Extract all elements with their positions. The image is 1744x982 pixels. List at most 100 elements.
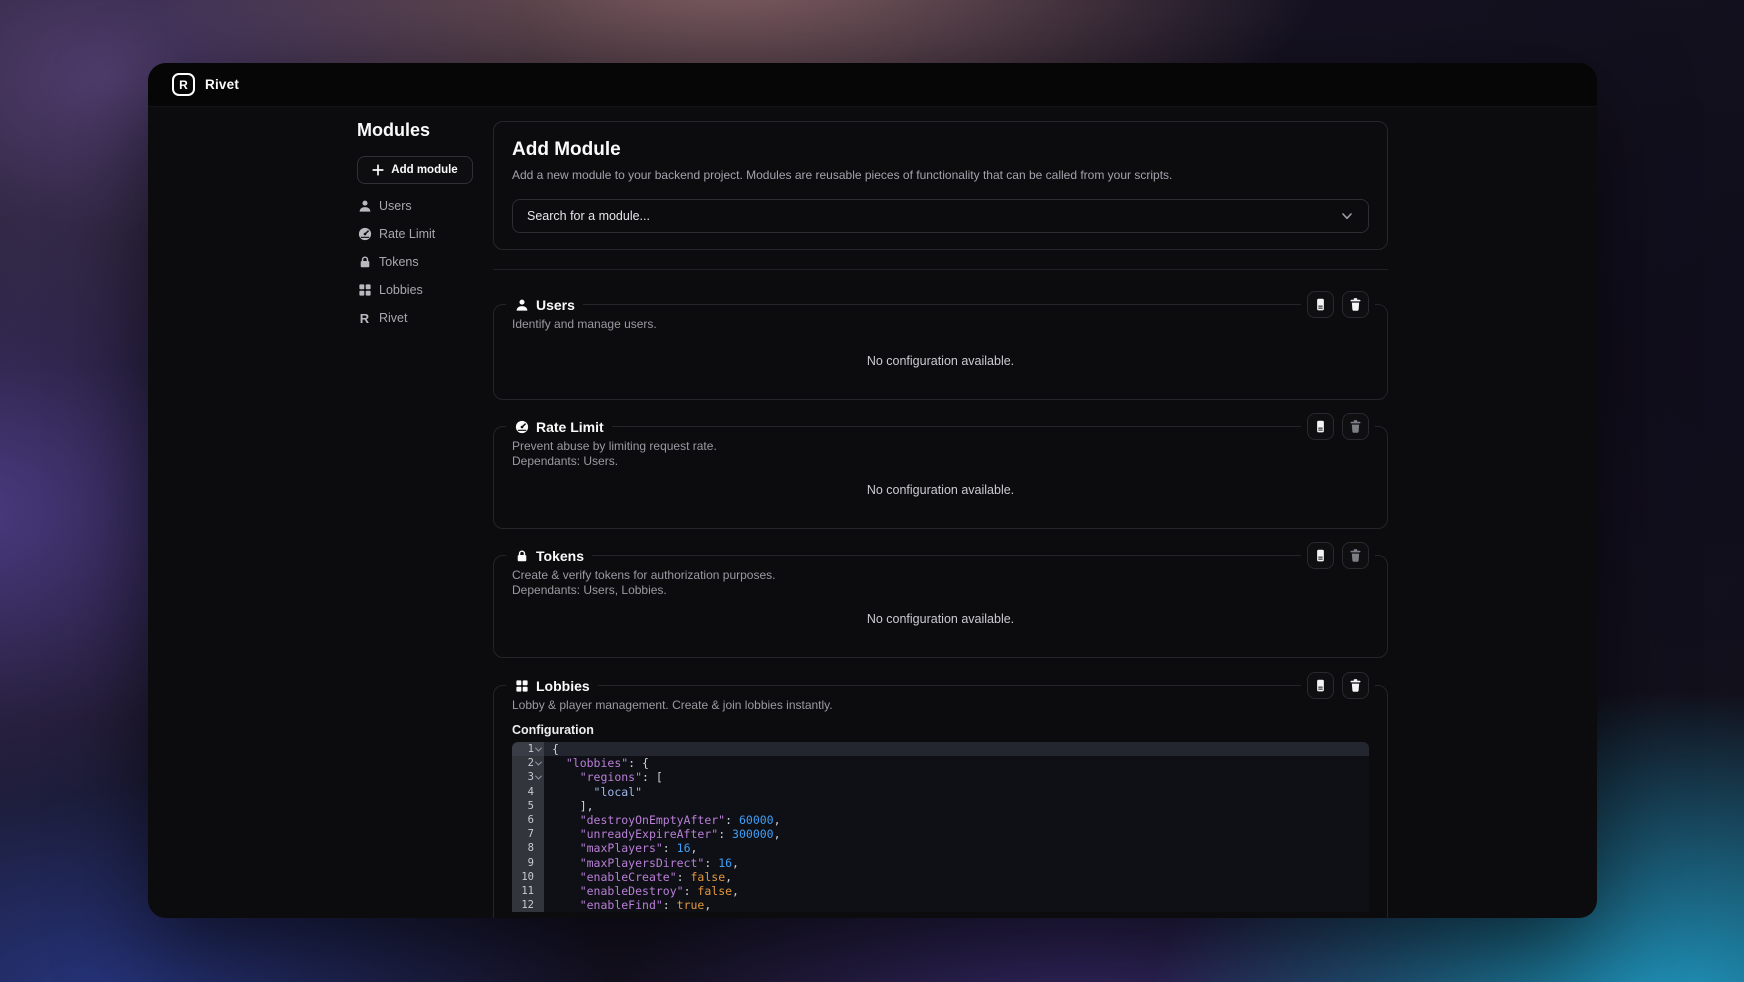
database-button[interactable] <box>1307 542 1334 569</box>
trash-icon <box>1348 678 1363 693</box>
code-line: 7 "unreadyExpireAfter": 300000, <box>512 827 1369 841</box>
user-icon <box>514 298 529 313</box>
delete-module-button[interactable] <box>1342 672 1369 699</box>
module-card-header: Rate Limit <box>506 417 612 437</box>
module-dependants: Dependants: Users. <box>512 454 1369 469</box>
code-line: 8 "maxPlayers": 16, <box>512 841 1369 855</box>
sidebar-item-lobbies[interactable]: Lobbies <box>357 276 493 304</box>
code-lines: 1{2 "lobbies": {3 "regions": [4 "local"5… <box>512 742 1369 912</box>
code-line: 12 "enableFind": true, <box>512 898 1369 912</box>
code-line-text: "maxPlayers": 16, <box>544 841 1369 855</box>
line-number-gutter: 5 <box>512 799 544 813</box>
brand-name: Rivet <box>205 77 239 92</box>
section-divider <box>493 269 1388 270</box>
no-configuration-text: No configuration available. <box>512 483 1369 498</box>
line-number-gutter: 3 <box>512 770 544 784</box>
sidebar-item-label: Rate Limit <box>379 227 435 241</box>
modules-sidebar: Modules Add module Users Rate Limit Toke… <box>148 107 493 917</box>
code-line: 5 ], <box>512 799 1369 813</box>
configuration-label: Configuration <box>512 723 1369 738</box>
lock-icon <box>357 255 372 270</box>
line-number: 4 <box>528 786 534 798</box>
line-number-gutter: 7 <box>512 827 544 841</box>
module-card-header: Users <box>506 295 583 315</box>
line-number-gutter: 1 <box>512 742 544 756</box>
module-title: Users <box>536 297 575 313</box>
line-number-gutter: 8 <box>512 841 544 855</box>
sidebar-title: Modules <box>357 119 493 142</box>
module-title: Tokens <box>536 548 584 564</box>
delete-module-button-disabled <box>1342 413 1369 440</box>
code-line: 10 "enableCreate": false, <box>512 870 1369 884</box>
line-number: 9 <box>528 857 534 869</box>
code-line-text: "local" <box>544 785 1369 799</box>
line-number: 5 <box>528 800 534 812</box>
module-actions <box>1301 291 1375 318</box>
sidebar-item-label: Users <box>379 199 412 213</box>
line-number: 10 <box>521 871 534 883</box>
line-number-gutter: 2 <box>512 756 544 770</box>
line-number-gutter: 10 <box>512 870 544 884</box>
module-description: Prevent abuse by limiting request rate. <box>512 439 1369 454</box>
code-line: 9 "maxPlayersDirect": 16, <box>512 856 1369 870</box>
config-editor[interactable]: 1{2 "lobbies": {3 "regions": [4 "local"5… <box>512 742 1369 912</box>
sidebar-item-users[interactable]: Users <box>357 192 493 220</box>
database-icon <box>1313 548 1328 563</box>
no-configuration-text: No configuration available. <box>512 612 1369 627</box>
fold-chevron-icon[interactable] <box>535 758 542 765</box>
trash-icon <box>1348 548 1363 563</box>
line-number-gutter: 9 <box>512 856 544 870</box>
code-line-text: "unreadyExpireAfter": 300000, <box>544 827 1369 841</box>
code-line: 2 "lobbies": { <box>512 756 1369 770</box>
fold-chevron-icon[interactable] <box>535 773 542 780</box>
code-line-text: "destroyOnEmptyAfter": 60000, <box>544 813 1369 827</box>
page-title: Add Module <box>512 138 1369 161</box>
line-number: 8 <box>528 842 534 854</box>
database-icon <box>1313 297 1328 312</box>
topbar: R Rivet <box>148 63 1597 107</box>
module-description: Lobby & player management. Create & join… <box>512 698 1369 713</box>
add-module-button[interactable]: Add module <box>357 156 473 184</box>
module-description: Create & verify tokens for authorization… <box>512 568 1369 583</box>
module-card-header: Tokens <box>506 546 592 566</box>
module-actions <box>1301 413 1375 440</box>
module-search-select[interactable]: Search for a module... <box>512 199 1369 233</box>
module-dependants: Dependants: Users, Lobbies. <box>512 583 1369 598</box>
sidebar-item-label: Lobbies <box>379 283 423 297</box>
line-number: 2 <box>528 757 534 769</box>
code-line-text: "enableCreate": false, <box>544 870 1369 884</box>
fold-chevron-icon[interactable] <box>535 744 542 751</box>
sidebar-item-rivet[interactable]: R Rivet <box>357 304 493 332</box>
lock-icon <box>514 549 529 564</box>
no-configuration-text: No configuration available. <box>512 354 1369 369</box>
sidebar-item-label: Rivet <box>379 311 407 325</box>
rivet-logo-icon: R <box>172 73 195 96</box>
sidebar-item-rate-limit[interactable]: Rate Limit <box>357 220 493 248</box>
line-number: 12 <box>521 899 534 911</box>
sidebar-item-tokens[interactable]: Tokens <box>357 248 493 276</box>
module-card-lobbies: Lobbies Lobby & player management. Creat… <box>493 685 1388 918</box>
code-line-text: "maxPlayersDirect": 16, <box>544 856 1369 870</box>
database-button[interactable] <box>1307 672 1334 699</box>
line-number-gutter: 6 <box>512 813 544 827</box>
line-number-gutter: 12 <box>512 898 544 912</box>
database-button[interactable] <box>1307 413 1334 440</box>
trash-icon <box>1348 419 1363 434</box>
code-line: 11 "enableDestroy": false, <box>512 884 1369 898</box>
code-line: 1{ <box>512 742 1369 756</box>
code-line-text: "lobbies": { <box>544 756 1369 770</box>
main-panel: Add Module Add a new module to your back… <box>493 107 1388 917</box>
line-number: 1 <box>528 743 534 755</box>
module-card-header: Lobbies <box>506 676 598 696</box>
module-title: Rate Limit <box>536 419 604 435</box>
delete-module-button[interactable] <box>1342 291 1369 318</box>
app-window: R Rivet Modules Add module Users Rate Li… <box>148 63 1597 918</box>
rivet-r-icon: R <box>357 311 372 326</box>
delete-module-button-disabled <box>1342 542 1369 569</box>
add-module-button-label: Add module <box>391 164 457 176</box>
database-button[interactable] <box>1307 291 1334 318</box>
user-icon <box>357 199 372 214</box>
database-icon <box>1313 419 1328 434</box>
module-actions <box>1301 672 1375 699</box>
grid-icon <box>357 283 372 298</box>
